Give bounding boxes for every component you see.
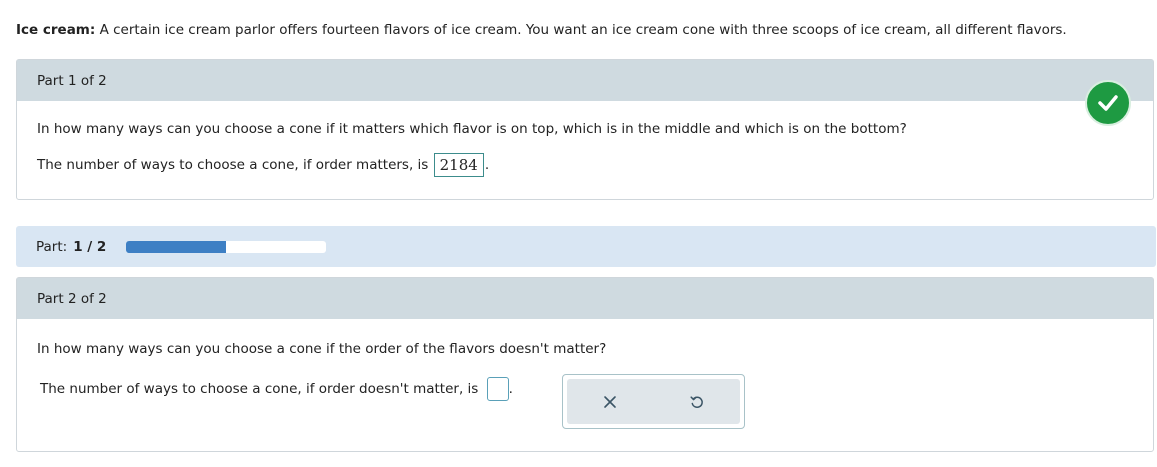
problem-label: Ice cream: — [16, 22, 96, 38]
part1-question: In how many ways can you choose a cone i… — [37, 121, 907, 137]
part-progress: Part: 1 / 2 — [16, 226, 1156, 267]
part1-answer-prefix: The number of ways to choose a cone, if … — [37, 157, 429, 173]
progress-value: 1 / 2 — [73, 238, 107, 255]
progress-label: Part: — [36, 238, 68, 255]
part2-question: In how many ways can you choose a cone i… — [37, 341, 607, 357]
part2-header: Part 2 of 2 — [17, 278, 1153, 319]
part1-answer-value: 2184 — [433, 153, 484, 177]
part1-header-label: Part 1 of 2 — [37, 72, 107, 89]
part2-header-label: Part 2 of 2 — [37, 290, 107, 307]
clear-icon[interactable] — [595, 387, 625, 417]
problem-statement: Ice cream: A certain ice cream parlor of… — [16, 22, 1141, 38]
part2-answer-line: The number of ways to choose a cone, if … — [40, 377, 513, 401]
progress-fill — [126, 240, 227, 253]
part1-header: Part 1 of 2 — [17, 60, 1153, 101]
undo-icon[interactable] — [682, 387, 712, 417]
problem-text: A certain ice cream parlor offers fourte… — [95, 22, 1067, 38]
part1-card: Part 1 of 2 In how many ways can you cho… — [16, 59, 1154, 200]
part2-answer-input[interactable] — [486, 377, 509, 401]
part1-answer-line: The number of ways to choose a cone, if … — [37, 153, 489, 177]
part1-answer-suffix: . — [484, 157, 490, 173]
part2-answer-suffix: . — [508, 381, 513, 397]
answer-toolbox — [562, 374, 745, 429]
part2-answer-prefix: The number of ways to choose a cone, if … — [40, 381, 479, 397]
checkmark-icon — [1085, 80, 1131, 126]
progress-track — [126, 240, 327, 253]
part2-card: Part 2 of 2 In how many ways can you cho… — [16, 277, 1154, 452]
toolbox-inner — [567, 379, 740, 424]
